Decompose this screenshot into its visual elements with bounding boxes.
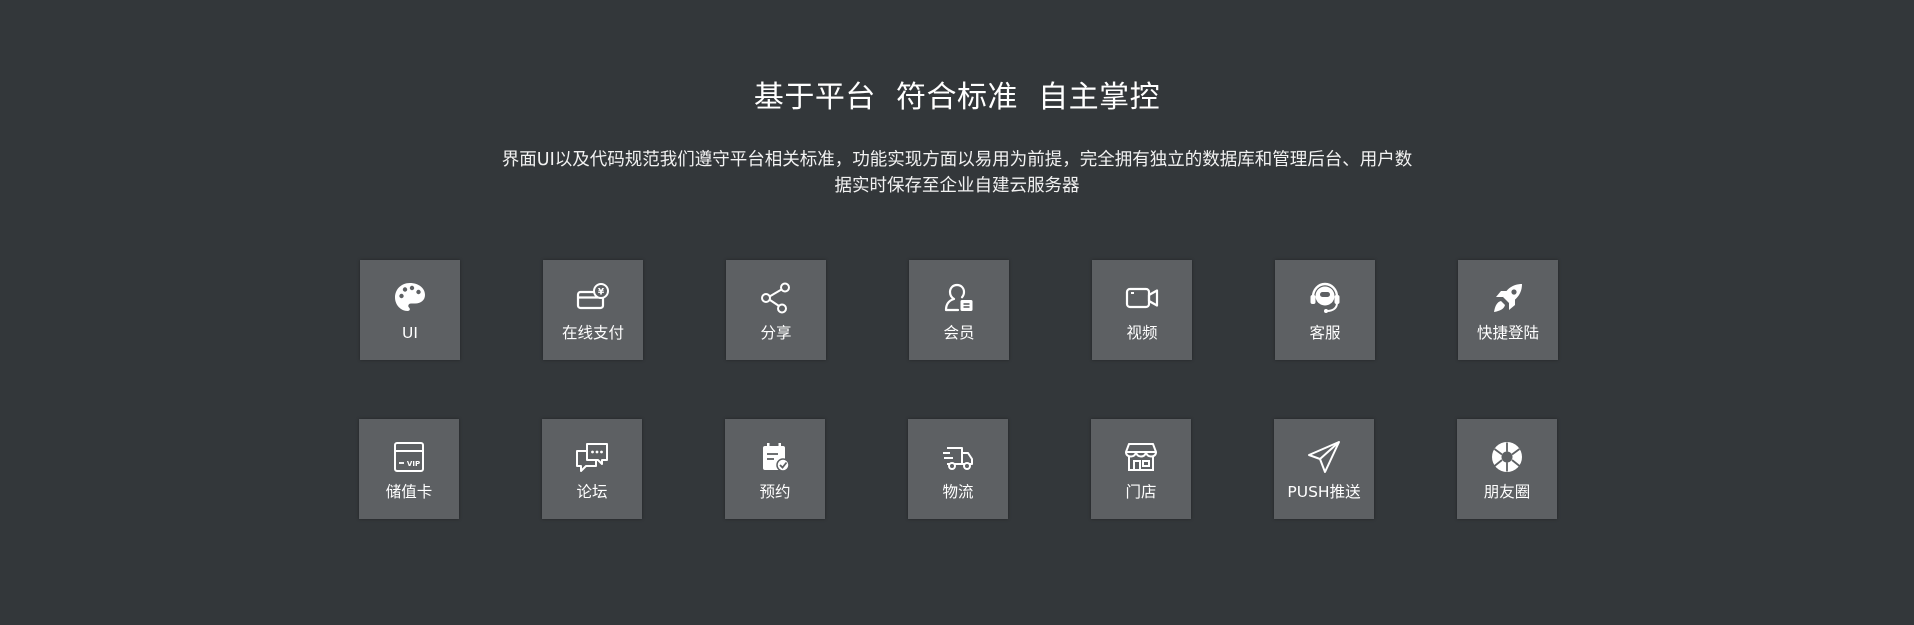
feature-label: 分享 <box>760 324 792 342</box>
aperture-icon <box>1489 439 1525 475</box>
chat-bubbles-icon <box>574 439 610 475</box>
feature-label: PUSH推送 <box>1287 483 1361 501</box>
feature-label: 视频 <box>1126 324 1158 342</box>
feature-tile-ui[interactable]: UI <box>360 260 460 360</box>
calendar-check-icon <box>757 439 793 475</box>
share-icon <box>758 280 794 316</box>
store-icon <box>1123 439 1159 475</box>
feature-label: UI <box>402 324 418 342</box>
feature-label: 在线支付 <box>561 324 624 342</box>
feature-tile-member[interactable]: 会员 <box>909 260 1009 360</box>
feature-tile-push-notification[interactable]: PUSH推送 <box>1274 419 1374 519</box>
feature-label: 储值卡 <box>385 483 433 501</box>
headset-icon <box>1307 280 1343 316</box>
feature-tile-store[interactable]: 门店 <box>1091 419 1191 519</box>
features-section: 基于平台 符合标准 自主掌控 界面UI以及代码规范我们遵守平台相关标准，功能实现… <box>0 0 1914 625</box>
feature-tile-moments[interactable]: 朋友圈 <box>1457 419 1557 519</box>
member-icon <box>941 280 977 316</box>
feature-tile-logistics[interactable]: 物流 <box>908 419 1008 519</box>
palette-icon <box>392 280 428 316</box>
feature-tile-appointment[interactable]: 预约 <box>725 419 825 519</box>
video-camera-icon <box>1124 280 1160 316</box>
feature-label: 预约 <box>759 483 791 501</box>
feature-tile-forum[interactable]: 论坛 <box>542 419 642 519</box>
svg-text:VIP: VIP <box>407 460 420 468</box>
feature-label: 会员 <box>943 324 975 342</box>
feature-tile-customer-service[interactable]: 客服 <box>1275 260 1375 360</box>
card-payment-icon: ¥ <box>575 280 611 316</box>
section-title: 基于平台 符合标准 自主掌控 <box>753 80 1161 115</box>
feature-label: 朋友圈 <box>1483 483 1531 501</box>
feature-tile-stored-value-card[interactable]: VIP 储值卡 <box>359 419 459 519</box>
feature-label: 物流 <box>942 483 974 501</box>
feature-label: 门店 <box>1125 483 1157 501</box>
svg-text:¥: ¥ <box>598 288 605 298</box>
vip-card-icon: VIP <box>391 439 427 475</box>
paper-plane-icon <box>1306 439 1342 475</box>
rocket-icon <box>1490 280 1526 316</box>
feature-tile-video[interactable]: 视频 <box>1092 260 1192 360</box>
feature-label: 客服 <box>1309 324 1341 342</box>
delivery-truck-icon <box>940 439 976 475</box>
feature-tile-online-payment[interactable]: ¥ 在线支付 <box>543 260 643 360</box>
section-description: 界面UI以及代码规范我们遵守平台相关标准，功能实现方面以易用为前提，完全拥有独立… <box>501 150 1413 196</box>
feature-tile-quick-login[interactable]: 快捷登陆 <box>1458 260 1558 360</box>
feature-label: 快捷登陆 <box>1476 324 1539 342</box>
feature-label: 论坛 <box>576 483 608 501</box>
feature-tile-share[interactable]: 分享 <box>726 260 826 360</box>
